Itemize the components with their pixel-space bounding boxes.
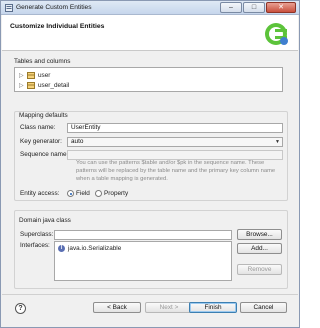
tree-item-label: user bbox=[38, 71, 51, 79]
tree-item-user-detail[interactable]: ▷ user_detail bbox=[19, 80, 69, 90]
wizard-header: Customize Individual Entities bbox=[2, 15, 298, 51]
title-bar: Generate Custom Entities – □ ✕ bbox=[1, 1, 299, 15]
mapping-defaults-label: Mapping defaults bbox=[19, 112, 68, 119]
access-field-label: Field bbox=[76, 190, 90, 197]
page-title: Customize Individual Entities bbox=[10, 23, 105, 30]
class-name-label: Class name: bbox=[20, 124, 56, 131]
expand-arrow-icon[interactable]: ▷ bbox=[19, 72, 24, 79]
chevron-down-icon: ▼ bbox=[275, 139, 280, 145]
back-button[interactable]: < Back bbox=[93, 302, 141, 313]
access-property-label: Property bbox=[104, 190, 129, 197]
sequence-help-text: You can use the patterns $table and/or $… bbox=[76, 160, 276, 182]
sequence-name-label: Sequence name: bbox=[20, 151, 69, 158]
class-name-input[interactable]: UserEntity bbox=[67, 123, 283, 133]
close-icon[interactable]: ✕ bbox=[266, 2, 296, 13]
eclipse-dali-logo-icon bbox=[265, 23, 288, 45]
maximize-icon[interactable]: □ bbox=[243, 2, 265, 13]
tree-item-label: user_detail bbox=[38, 81, 70, 89]
access-property-radio[interactable]: Property bbox=[95, 190, 128, 197]
interface-label: java.io.Serializable bbox=[68, 245, 122, 252]
expand-arrow-icon[interactable]: ▷ bbox=[19, 82, 24, 89]
tree-item-user[interactable]: ▷ user bbox=[19, 70, 50, 80]
domain-class-label: Domain java class bbox=[19, 217, 71, 224]
remove-button[interactable]: Remove bbox=[237, 264, 282, 275]
help-icon[interactable]: ? bbox=[15, 303, 26, 314]
interfaces-label: Interfaces: bbox=[20, 242, 50, 249]
interface-icon: I bbox=[58, 245, 65, 252]
window-title: Generate Custom Entities bbox=[16, 4, 92, 11]
superclass-label: Superclass: bbox=[20, 231, 54, 238]
key-generator-label: Key generator: bbox=[20, 138, 62, 145]
key-generator-value: auto bbox=[71, 138, 84, 145]
minimize-icon[interactable]: – bbox=[220, 2, 242, 13]
interfaces-list[interactable]: I java.io.Serializable bbox=[54, 241, 232, 281]
table-icon bbox=[27, 71, 35, 79]
radio-unselected-icon bbox=[95, 190, 102, 197]
browse-button[interactable]: Browse... bbox=[237, 229, 282, 240]
add-button[interactable]: Add... bbox=[237, 243, 282, 254]
radio-selected-icon bbox=[67, 190, 74, 197]
entity-access-label: Entity access: bbox=[20, 190, 60, 197]
table-icon bbox=[27, 81, 35, 89]
dialog-window: Generate Custom Entities – □ ✕ Customize… bbox=[0, 0, 300, 328]
key-generator-select[interactable]: auto ▼ bbox=[67, 137, 283, 147]
list-item[interactable]: I java.io.Serializable bbox=[58, 245, 121, 252]
next-button[interactable]: Next > bbox=[145, 302, 193, 313]
tables-label: Tables and columns bbox=[14, 58, 71, 65]
cancel-button[interactable]: Cancel bbox=[240, 302, 287, 313]
app-icon bbox=[5, 4, 13, 12]
finish-button[interactable]: Finish bbox=[189, 302, 237, 313]
superclass-input[interactable] bbox=[54, 230, 232, 240]
access-field-radio[interactable]: Field bbox=[67, 190, 90, 197]
footer-separator bbox=[2, 294, 298, 295]
tables-tree[interactable]: ▷ user ▷ user_detail bbox=[14, 67, 283, 92]
